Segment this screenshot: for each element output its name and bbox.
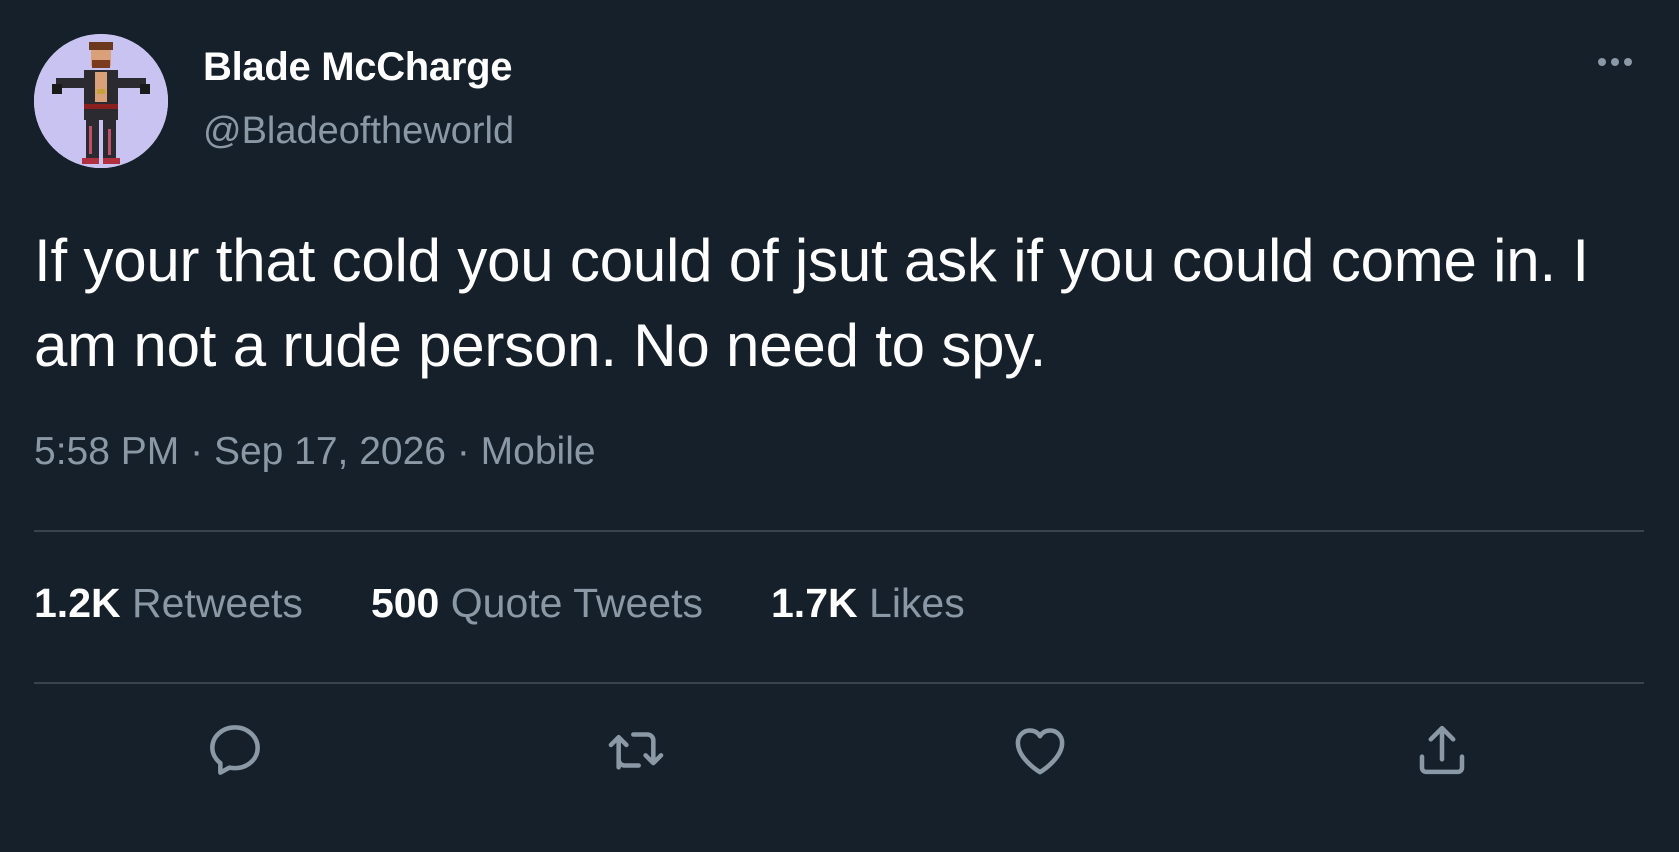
likes-label: Likes [869,580,965,626]
tweet-text: If your that cold you could of jsut ask … [34,227,1589,379]
tweet-source[interactable]: Mobile [481,430,596,473]
reply-icon[interactable] [203,718,267,782]
retweets-count: 1.2K [34,580,121,626]
quote-tweets-label: Quote Tweets [450,580,703,626]
tweet-time[interactable]: 5:58 PM [34,430,179,473]
meta-separator: · [456,430,470,473]
tweet-card: Blade McCharge @Bladeoftheworld If your … [0,0,1679,852]
quote-tweets-count: 500 [370,580,440,626]
avatar-image [34,34,168,168]
retweet-icon[interactable] [604,718,668,782]
meta-separator: · [190,430,204,473]
retweets-stat[interactable]: 1.2K Retweets [34,580,303,627]
likes-count: 1.7K [771,580,858,626]
avatar[interactable] [34,34,168,168]
engagement-stats: 1.2K Retweets 500 Quote Tweets 1.7K Like… [34,580,1033,627]
likes-stat[interactable]: 1.7K Likes [771,580,965,627]
share-icon[interactable] [1410,718,1474,782]
quote-tweets-stat[interactable]: 500 Quote Tweets [371,580,703,627]
author-display-name[interactable]: Blade McCharge [203,45,513,90]
retweets-label: Retweets [132,580,303,626]
more-options-icon[interactable] [1585,42,1645,82]
divider [34,530,1644,532]
author-handle[interactable]: @Bladeoftheworld [203,110,514,153]
tweet-metadata: 5:58 PM · Sep 17, 2026 · Mobile [34,430,596,474]
tweet-date[interactable]: Sep 17, 2026 [214,430,446,473]
divider [34,682,1644,684]
like-icon[interactable] [1008,718,1072,782]
